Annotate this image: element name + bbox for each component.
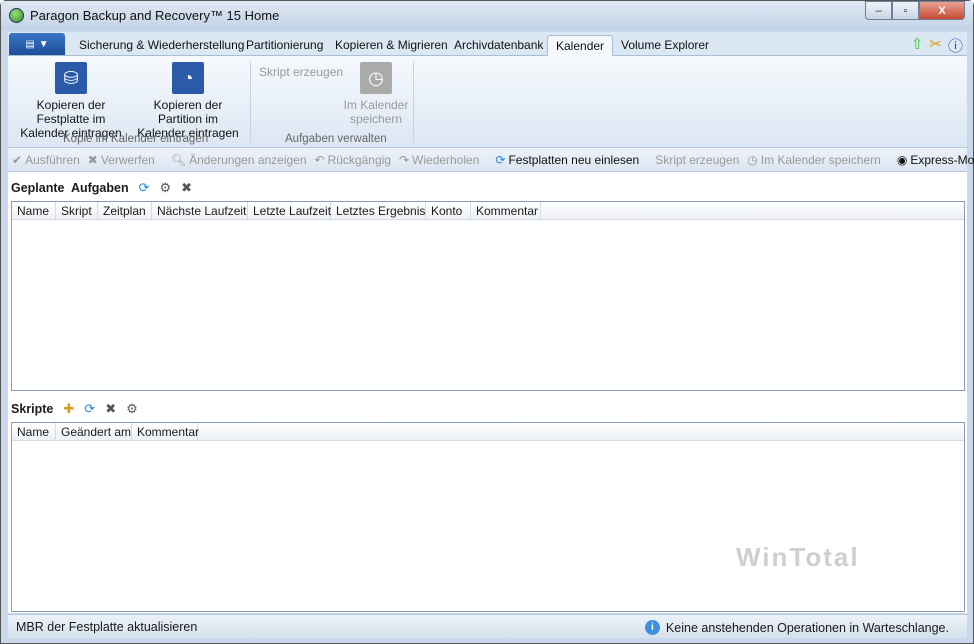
create-script-button[interactable]: Skript erzeugen [259, 65, 343, 79]
discard-button[interactable]: ✖ Verwerfen [88, 153, 155, 167]
tab-kalender[interactable]: Kalender [547, 35, 614, 56]
chevron-down-icon: ▼ [38, 38, 49, 50]
scripts-title: Skripte [11, 402, 54, 416]
title-bar: Paragon Backup and Recovery™ 15 Home – ▫… [1, 1, 973, 30]
column-header[interactable]: Zeitplan [98, 202, 152, 219]
redo-button[interactable]: ↷ Wiederholen [399, 153, 479, 167]
toolbar: ✔ Ausführen ✖ Verwerfen 🔍︎ Änderungen anzei… [8, 148, 974, 172]
apply-button[interactable]: ✔ Ausführen [12, 153, 80, 167]
express-icon: ◉ [896, 152, 908, 167]
disk-clock-icon: ⛁ [55, 62, 87, 94]
app-icon [9, 8, 24, 23]
tasks-section-header: Geplante Aufgaben ⟳ ⚙ ✖ [11, 180, 192, 196]
column-header[interactable]: Nächste Laufzeit [152, 202, 248, 219]
ribbon: ⛁ Kopieren der Festplatte im Kalender ei… [8, 56, 967, 148]
tab-archivdatenbank[interactable]: Archivdatenbank [446, 35, 551, 56]
status-right: Keine anstehenden Operationen in Wartesc… [665, 620, 949, 635]
update-arrow-icon[interactable]: ⇧ [911, 35, 924, 56]
create-script-toolbar-button[interactable]: Skript erzeugen [655, 153, 739, 167]
delete-script-icon[interactable]: ✖ [105, 401, 116, 417]
x-icon: ✖ [87, 152, 98, 167]
divider [250, 62, 251, 142]
column-header[interactable]: Kommentar [132, 423, 199, 440]
scripts-section-header: Skripte ✚ ⟳ ✖ ⚙ [11, 401, 138, 417]
tab-volume-explorer[interactable]: Volume Explorer [613, 35, 717, 56]
copy-disk-schedule-button[interactable]: ⛁ Kopieren der Festplatte im Kalender ei… [14, 62, 128, 140]
tasks-title: Geplante Aufgaben [11, 181, 129, 195]
tools-icon[interactable]: ✂ [929, 35, 942, 56]
undo-button[interactable]: ↶ Rückgängig [315, 153, 391, 167]
info-icon: i [644, 620, 660, 635]
close-button[interactable]: X [919, 1, 965, 20]
tasks-table[interactable]: Name Skript Zeitplan Nächste Laufzeit Le… [11, 201, 965, 391]
group-label-kopie: Kopie im Kalender eintragen [63, 133, 209, 145]
maximize-button[interactable]: ▫ [892, 1, 919, 20]
ribbon-tabs: ▤ ▼ Sicherung & Wiederherstellung Partiti… [8, 32, 967, 56]
column-header[interactable]: Geändert am [56, 423, 132, 440]
status-bar: MBR der Festplatte aktualisieren i Keine … [8, 614, 967, 638]
column-header[interactable]: Letztes Ergebnis [331, 202, 426, 219]
menu-icon: ▤ [25, 38, 35, 50]
save-calendar-toolbar-button[interactable]: ◷ Im Kalender speichern [747, 153, 881, 167]
minimize-button[interactable]: – [865, 1, 892, 20]
magnifier-icon: 🔍︎ [170, 152, 187, 167]
column-header[interactable]: Name [12, 202, 56, 219]
refresh-icon[interactable]: ⟳ [84, 401, 95, 417]
edit-script-icon[interactable]: ⚙ [126, 401, 138, 417]
app-menu-button[interactable]: ▤ ▼ [9, 33, 65, 55]
delete-task-icon[interactable]: ✖ [181, 180, 192, 196]
clock-icon: ◷ [360, 62, 392, 94]
refresh-icon[interactable]: ⟳ [139, 180, 150, 196]
help-icon[interactable]: ⓘ [948, 35, 963, 56]
tab-partitionierung[interactable]: Partitionierung [238, 35, 331, 56]
express-mode-button[interactable]: ◉Express-Modus [897, 153, 974, 167]
group-label-aufgaben: Aufgaben verwalten [285, 133, 387, 145]
column-header[interactable]: Skript [56, 202, 98, 219]
rescan-disks-button[interactable]: ⟳ Festplatten neu einlesen [495, 153, 639, 167]
clock-icon: ◷ [747, 152, 758, 167]
redo-icon: ↷ [398, 152, 410, 167]
watermark-logo: WinTotal [736, 542, 860, 572]
add-script-icon[interactable]: ✚ [63, 401, 74, 417]
status-left: MBR der Festplatte aktualisieren [16, 620, 198, 634]
edit-task-icon[interactable]: ⚙ [160, 180, 172, 196]
column-header[interactable]: Konto [426, 202, 471, 219]
undo-icon: ↶ [314, 152, 325, 167]
copy-partition-schedule-button[interactable]: ◔ Kopieren der Partition im Kalender ein… [134, 62, 242, 140]
partition-clock-icon: ◔ [172, 62, 204, 94]
refresh-icon: ⟳ [495, 152, 506, 167]
check-icon: ✔ [12, 152, 23, 167]
divider [413, 62, 414, 142]
save-calendar-button[interactable]: ◷ Im Kalender speichern [342, 62, 410, 126]
window-title: Paragon Backup and Recovery™ 15 Home [30, 8, 280, 23]
tab-kopieren[interactable]: Kopieren & Migrieren [327, 35, 456, 56]
show-changes-button[interactable]: 🔍︎ Änderungen anzeigen [171, 153, 307, 167]
tab-sicherung[interactable]: Sicherung & Wiederherstellung [71, 35, 252, 56]
column-header[interactable]: Letzte Laufzeit [248, 202, 331, 219]
column-header[interactable]: Kommentar [471, 202, 541, 219]
scripts-table[interactable]: Name Geändert am Kommentar [11, 422, 965, 612]
app-window: Paragon Backup and Recovery™ 15 Home – ▫… [0, 0, 974, 644]
column-header[interactable]: Name [12, 423, 56, 440]
